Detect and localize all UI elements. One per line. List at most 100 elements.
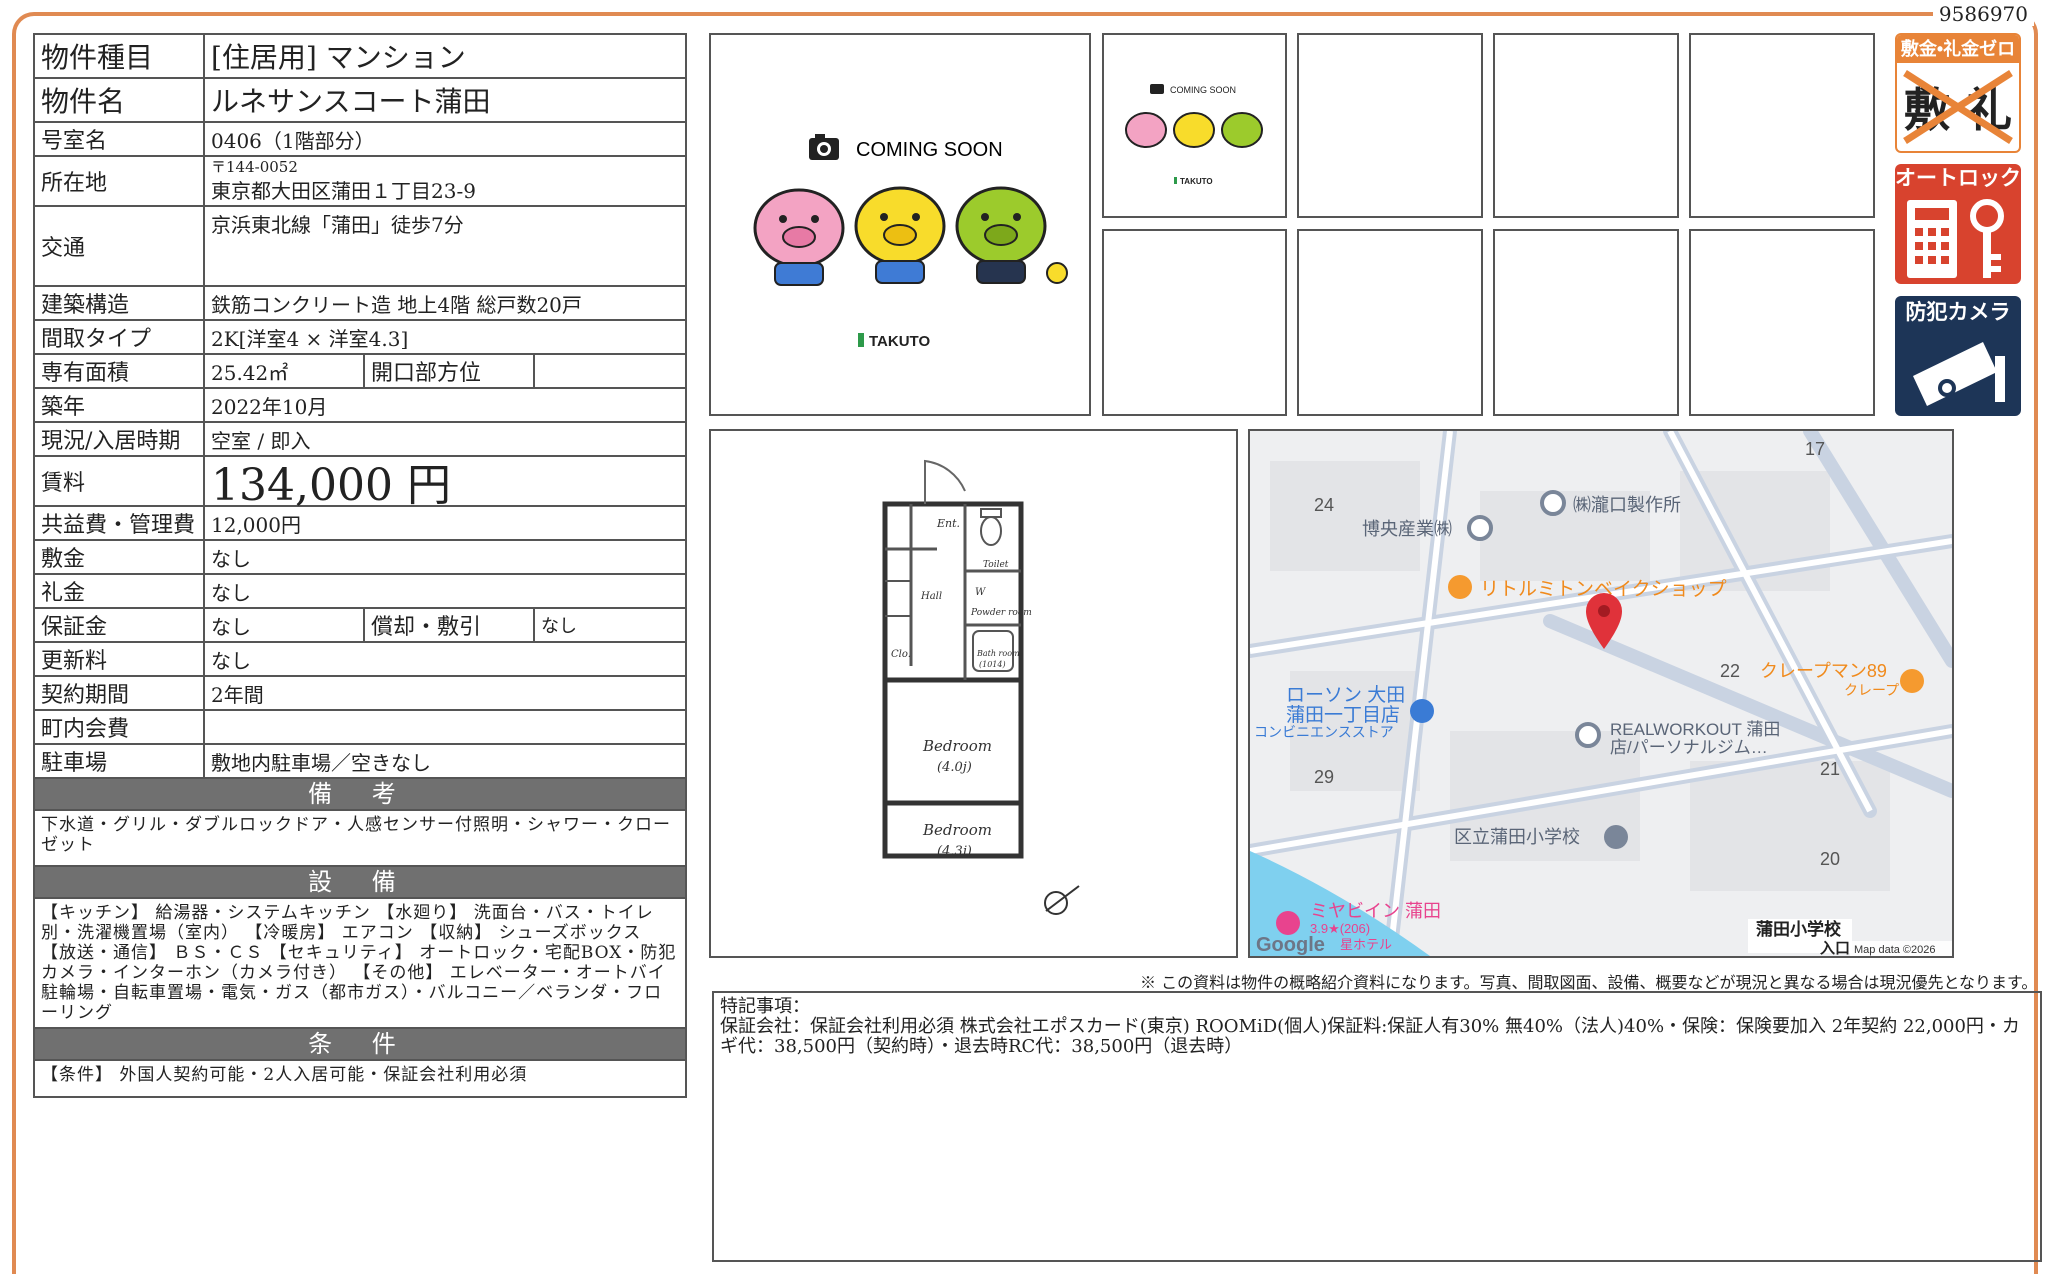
row-parking: 駐車場 敷地内駐車場／空きなし	[35, 745, 685, 779]
block-24: 24	[1314, 495, 1334, 515]
fp-bath-size: (1014)	[979, 660, 1006, 669]
location-map[interactable]: 17 24 22 21 29 20 ㈱瀧口製作所 博央産業㈱ リトルミトンベイク…	[1248, 429, 1954, 958]
cross-icon	[1903, 70, 2013, 144]
poi-crepe: クレープ	[1844, 682, 1899, 698]
label-renewal: 更新料	[35, 643, 205, 675]
value-fee: 12,000円	[211, 512, 301, 537]
property-spec-table: 物件種目 [住居用] マンション 物件名 ルネサンスコート蒲田 号室名 0406…	[33, 33, 687, 1098]
label-status: 現況/入居時期	[35, 423, 205, 455]
main-photo[interactable]: COMING SOON TAKUTO	[709, 33, 1091, 416]
photo-thumb-5[interactable]	[1102, 229, 1287, 416]
row-guarantee: 保証金 なし 償却・敷引 なし	[35, 609, 685, 643]
label-layout: 間取タイプ	[35, 321, 205, 353]
label-term: 契約期間	[35, 677, 205, 709]
row-type: 物件種目 [住居用] マンション	[35, 35, 685, 79]
fp-bedroom-1: Bedroom	[922, 737, 992, 755]
poi-lawson-1: ローソン 大田	[1286, 684, 1405, 706]
conditions-body: 【条件】 外国人契約可能・2人入居可能・保証会社利用必須	[41, 1065, 528, 1085]
row-fee: 共益費・管理費 12,000円	[35, 507, 685, 541]
value-address: 〒144-0052 東京都大田区蒲田１丁目23-9	[205, 157, 685, 205]
fp-hall: Hall	[920, 591, 942, 602]
value-structure: 鉄筋コンクリート造 地上4階 総戸数20戸	[211, 292, 582, 317]
poi-takiguchi: ㈱瀧口製作所	[1573, 495, 1681, 515]
cctv-camera-icon	[1913, 342, 2005, 406]
label-guarantee: 保証金	[35, 609, 205, 641]
zero-badge-chars: 敷 礼	[1897, 63, 2019, 151]
poi-school: 区立蒲田小学校	[1454, 827, 1580, 847]
label-name: 物件名	[35, 79, 205, 121]
fp-toilet: Toilet	[983, 560, 1009, 570]
poi-lawson-2: 蒲田一丁目店	[1286, 704, 1400, 726]
row-layout: 間取タイプ 2K[洋室4 × 洋室4.3]	[35, 321, 685, 355]
takuto-mark	[1174, 177, 1177, 184]
green-pig-icon	[1221, 112, 1263, 148]
label-keymoney: 礼金	[35, 575, 205, 607]
poi-pin-icon	[1540, 490, 1566, 516]
row-keymoney: 礼金 なし	[35, 575, 685, 609]
photo-thumb-7[interactable]	[1493, 229, 1679, 416]
floor-plan-drawing: Ent. Toilet Hall W Powder room Bath room…	[882, 459, 1080, 915]
fp-bath: Bath room	[976, 649, 1020, 658]
floor-plan[interactable]: Ent. Toilet Hall W Powder room Bath room…	[709, 429, 1238, 958]
label-address: 所在地	[35, 157, 205, 205]
disclaimer-notice: ※ この資料は物件の概略紹介資料になります。写真、間取図面、設備、概要などが現況…	[1140, 973, 2038, 992]
label-built: 築年	[35, 389, 205, 421]
row-access: 交通 京浜東北線「蒲田」徒歩7分	[35, 207, 685, 287]
block-17: 17	[1805, 439, 1825, 459]
google-logo: Google	[1256, 934, 1325, 956]
fp-bedroom-1-size: (4.0j)	[937, 760, 972, 775]
remarks-header: 備 考	[35, 779, 685, 811]
map-attribution: Map data ©2026	[1854, 944, 1936, 956]
takuto-logo: TAKUTO	[858, 333, 930, 350]
poi-miyabi-type: 星ホテル	[1340, 937, 1392, 952]
security-camera-badge: 防犯カメラ	[1895, 296, 2021, 416]
photo-thumb-8[interactable]	[1689, 229, 1875, 416]
value-direction	[535, 355, 685, 387]
coming-soon-thumb: COMING SOON TAKUTO	[1125, 84, 1263, 186]
label-deposit: 敷金	[35, 541, 205, 573]
value-rent: 134,000 円	[211, 460, 451, 511]
camera-icon	[1150, 84, 1164, 94]
row-address: 所在地 〒144-0052 東京都大田区蒲田１丁目23-9	[35, 157, 685, 207]
label-direction: 開口部方位	[365, 355, 535, 387]
row-built: 築年 2022年10月	[35, 389, 685, 423]
poi-school-entrance-1: 蒲田小学校	[1756, 919, 1842, 939]
block-29: 29	[1314, 767, 1334, 787]
school-icon	[1604, 825, 1628, 849]
row-structure: 建築構造 鉄筋コンクリート造 地上4階 総戸数20戸	[35, 287, 685, 321]
fp-bedroom-2-size: (4.3j)	[937, 844, 972, 859]
yellow-pig-icon	[1173, 112, 1215, 148]
camera-badge-title: 防犯カメラ	[1905, 301, 2011, 324]
yellow-pig-icon	[854, 186, 946, 284]
value-term: 2年間	[211, 682, 264, 707]
value-keymoney: なし	[211, 580, 251, 605]
restaurant-icon	[1900, 669, 1924, 693]
row-renewal: 更新料 なし	[35, 643, 685, 677]
hotel-icon	[1276, 911, 1300, 935]
poi-lawson-3: コンビニエンスストア	[1254, 724, 1394, 740]
label-rent: 賃料	[35, 457, 205, 505]
photo-thumb-6[interactable]	[1297, 229, 1483, 416]
photo-thumb-4[interactable]	[1689, 33, 1875, 218]
photo-thumb-2[interactable]	[1297, 33, 1483, 218]
keypad-key-icon	[1907, 199, 2004, 278]
label-assoc: 町内会費	[35, 711, 205, 743]
conditions-header: 条 件	[35, 1029, 685, 1061]
label-parking: 駐車場	[35, 745, 205, 777]
brand-text: TAKUTO	[869, 333, 930, 350]
green-pig-icon	[955, 186, 1068, 284]
cafe-icon	[1448, 575, 1472, 599]
special-notes-title: 特記事項：	[720, 996, 810, 1017]
special-notes-body: 保証会社：保証会社利用必須 株式会社エポスカード(東京) ROOMiD(個人)保…	[720, 1016, 2020, 1057]
value-name: ルネサンスコート蒲田	[211, 85, 491, 118]
row-rent: 賃料 134,000 円	[35, 457, 685, 511]
photo-thumb-1[interactable]: COMING SOON TAKUTO	[1102, 33, 1287, 218]
label-amort: 償却・敷引	[365, 609, 535, 641]
photo-thumb-3[interactable]	[1493, 33, 1679, 218]
poi-miyabi: ミヤビイン 蒲田	[1310, 901, 1441, 921]
row-term: 契約期間 2年間	[35, 677, 685, 711]
thumb-brand-text: TAKUTO	[1180, 177, 1213, 186]
value-parking: 敷地内駐車場／空きなし	[211, 750, 431, 775]
fp-w: W	[975, 587, 986, 598]
zero-badge-title: 敷金•礼金ゼロ	[1897, 35, 2019, 63]
